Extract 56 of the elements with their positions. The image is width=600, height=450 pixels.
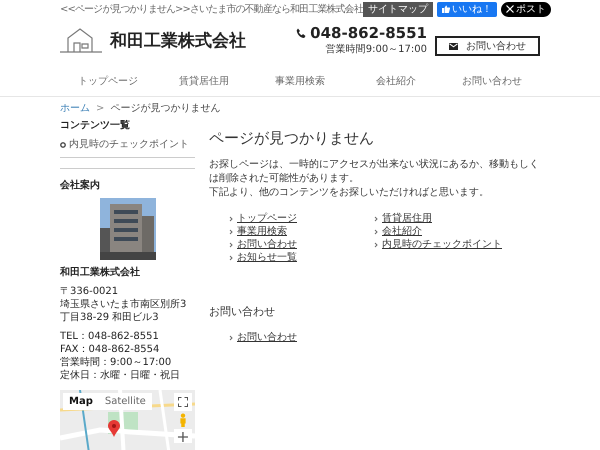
chevron-icon [374, 228, 378, 234]
phone-number: 048-862-8551 [296, 24, 427, 42]
contact-info: FAX：048-862-8554 [60, 343, 160, 356]
breadcrumb-link[interactable]: ホーム [60, 101, 90, 115]
nav-link[interactable]: 事業用検索 [252, 74, 348, 88]
page-link[interactable]: 賃貸居住用 [382, 212, 432, 225]
address-text: 埼玉県さいたま市南区別所3丁目38-29 和田ビル3 [60, 298, 188, 324]
section-heading: お問い合わせ [209, 304, 276, 319]
fullscreen-button[interactable] [174, 393, 192, 411]
site-tagline: <<ページが見つかりません>>さいたま市の不動産なら和田工業株式会社 [60, 2, 363, 16]
page-title: ページが見つかりません [209, 129, 375, 148]
x-logo-icon [506, 5, 514, 13]
page-link[interactable]: 事業用検索 [237, 225, 287, 238]
page-link[interactable]: お問い合わせ [237, 238, 297, 251]
contact-info: TEL：048-862-8551 [60, 330, 160, 343]
house-logo-icon [60, 27, 102, 53]
chevron-icon [374, 216, 378, 222]
message-text: 下記より、他のコンテンツをお探しいただければと思います。 [209, 186, 490, 200]
contact-info: 定休日：水曜・日曜・祝日 [60, 369, 181, 382]
envelope-icon [449, 42, 458, 50]
thumbs-up-icon [442, 5, 450, 13]
page-link[interactable]: トップページ [237, 212, 297, 225]
bullet-icon [60, 142, 66, 148]
chevron-icon [229, 216, 233, 222]
nav-link[interactable]: 会社紹介 [348, 74, 444, 88]
address-text: 〒336-0021 [60, 285, 120, 298]
map-pin-icon [108, 420, 120, 437]
current-page-label: ページが見つかりません [110, 102, 220, 115]
contact-info: 営業時間：9:00～17:00 [60, 356, 172, 369]
nav-link[interactable]: トップページ [60, 74, 156, 88]
breadcrumb-separator: > [96, 102, 104, 114]
phone-icon [296, 28, 308, 38]
chevron-icon [229, 242, 233, 248]
section-heading: 会社案内 [60, 179, 101, 192]
page-link[interactable]: 会社紹介 [382, 225, 422, 238]
contact-button[interactable]: お問い合わせ [435, 36, 540, 56]
sidebar-link[interactable]: 内見時のチェックポイント [60, 138, 195, 151]
chevron-icon [374, 242, 378, 248]
sitemap-button[interactable]: サイトマップ [362, 2, 433, 16]
post-button[interactable]: ポスト [500, 2, 551, 16]
chevron-icon [229, 334, 233, 340]
like-button[interactable]: いいね！ [436, 2, 497, 16]
nav-link[interactable]: お問い合わせ [444, 74, 540, 88]
message-text: お探しページは、一時的にアクセスが出来ない状況にあるか、移動もしくは削除された可能性があります。 [209, 158, 540, 186]
nav-link[interactable]: 賃貸居住用 [156, 74, 252, 88]
chevron-icon [229, 254, 233, 260]
zoom-in-button[interactable]: + [174, 429, 192, 443]
business-hours: 営業時間9:00～17:00 [326, 42, 427, 56]
company-name: 和田工業株式会社 [110, 30, 246, 52]
chevron-icon [229, 228, 233, 234]
section-heading: コンテンツ一覧 [60, 119, 131, 132]
page-link[interactable]: 内見時のチェックポイント [382, 238, 502, 251]
page-link[interactable]: お知らせ一覧 [237, 251, 297, 264]
fullscreen-icon [178, 397, 188, 407]
page-link[interactable]: お問い合わせ [237, 331, 297, 344]
company-name: 和田工業株式会社 [60, 266, 141, 279]
